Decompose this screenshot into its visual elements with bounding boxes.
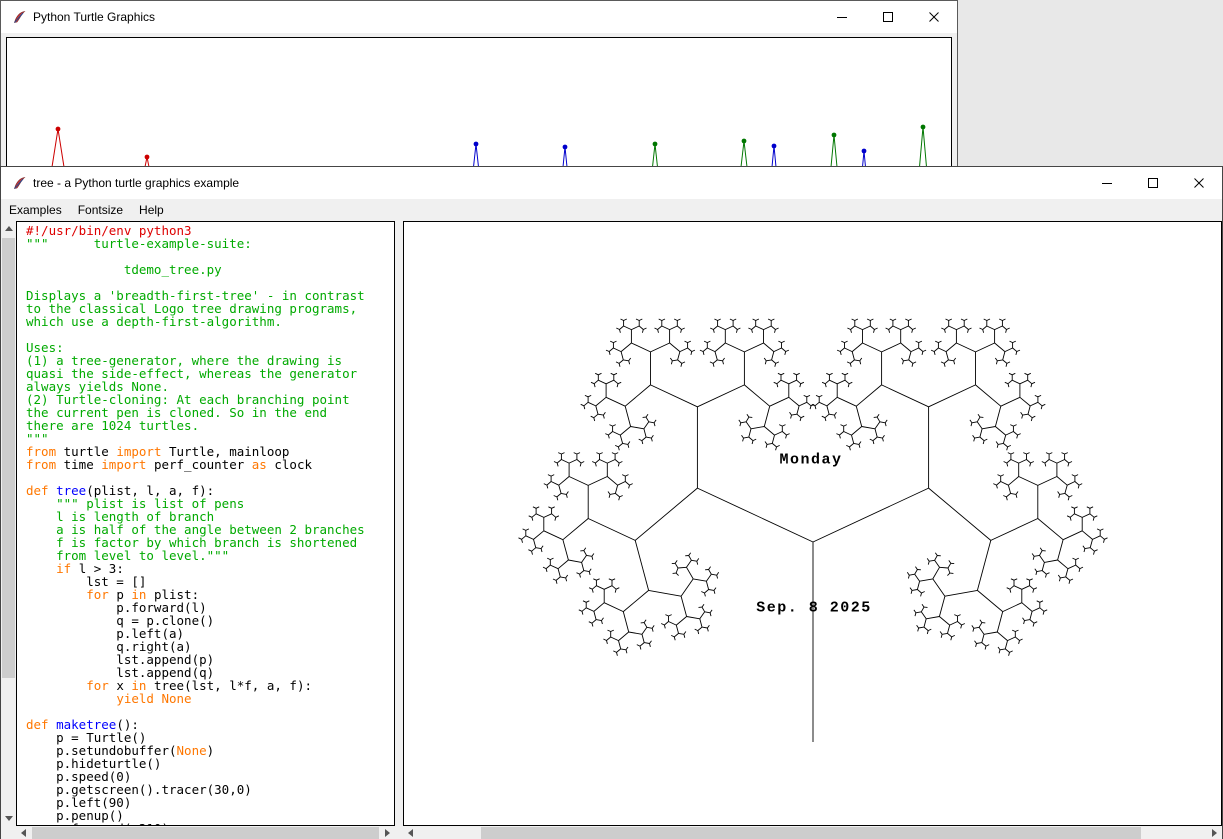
scrollbar-thumb[interactable] xyxy=(32,827,379,839)
titlebar[interactable]: Python Turtle Graphics xyxy=(1,1,957,33)
tree-demo-window: tree - a Python turtle graphics example … xyxy=(0,166,1223,839)
code-line xyxy=(26,328,394,341)
code-line: which use a depth-first-algorithm. xyxy=(26,315,394,328)
scrollbar-corner xyxy=(1,826,16,839)
arrow-right-icon xyxy=(385,829,390,837)
minimize-icon xyxy=(836,11,848,23)
code-line: yield None xyxy=(26,692,394,705)
scrollbar-thumb[interactable] xyxy=(2,238,15,678)
maximize-button[interactable] xyxy=(865,1,911,33)
close-button[interactable] xyxy=(1176,167,1222,199)
arrow-left-icon xyxy=(21,829,26,837)
scroll-left-button[interactable] xyxy=(16,826,31,839)
menu-examples[interactable]: Examples xyxy=(1,199,70,221)
arrow-up-icon xyxy=(5,226,13,231)
code-line: tdemo_tree.py xyxy=(26,263,394,276)
menu-fontsize[interactable]: Fontsize xyxy=(70,199,131,221)
python-turtle-icon xyxy=(11,9,27,25)
scroll-right-button[interactable] xyxy=(380,826,395,839)
arrow-right-icon xyxy=(1212,829,1217,837)
code-line: there are 1024 turtles. xyxy=(26,419,394,432)
scroll-left-button[interactable] xyxy=(403,826,418,839)
close-icon xyxy=(928,11,940,23)
code-text[interactable]: #!/usr/bin/env python3""" turtle-example… xyxy=(16,221,395,826)
scrollbar-thumb[interactable] xyxy=(481,827,1141,839)
code-vertical-scrollbar[interactable] xyxy=(1,221,16,826)
code-horizontal-scrollbar[interactable] xyxy=(16,826,395,839)
minimize-button[interactable] xyxy=(1084,167,1130,199)
scroll-right-button[interactable] xyxy=(1207,826,1222,839)
maximize-icon xyxy=(882,11,894,23)
scroll-down-button[interactable] xyxy=(1,811,16,826)
arrow-left-icon xyxy=(408,829,413,837)
code-line: """ turtle-example-suite: xyxy=(26,237,394,250)
maximize-button[interactable] xyxy=(1130,167,1176,199)
close-button[interactable] xyxy=(911,1,957,33)
fractal-tree-drawing xyxy=(404,222,1221,825)
minimize-button[interactable] xyxy=(819,1,865,33)
code-line: from time import perf_counter as clock xyxy=(26,458,394,471)
window-title: Python Turtle Graphics xyxy=(33,10,155,24)
window-title: tree - a Python turtle graphics example xyxy=(33,176,239,190)
titlebar[interactable]: tree - a Python turtle graphics example xyxy=(1,167,1222,199)
canvas-text: Sep. 8 2025 xyxy=(756,600,872,617)
minimize-icon xyxy=(1101,177,1113,189)
pane-sash[interactable] xyxy=(395,221,403,839)
turtle-drawing-canvas: Monday Sep. 8 2025 xyxy=(403,221,1222,826)
turtle-marks-drawing xyxy=(7,38,951,170)
menubar: Examples Fontsize Help xyxy=(1,199,1222,221)
menu-help[interactable]: Help xyxy=(131,199,172,221)
scroll-up-button[interactable] xyxy=(1,221,16,236)
arrow-down-icon xyxy=(5,816,13,821)
close-icon xyxy=(1193,177,1205,189)
canvas-horizontal-scrollbar[interactable] xyxy=(403,826,1222,839)
maximize-icon xyxy=(1147,177,1159,189)
canvas-text: Monday xyxy=(779,452,842,469)
python-turtle-icon xyxy=(11,175,27,191)
